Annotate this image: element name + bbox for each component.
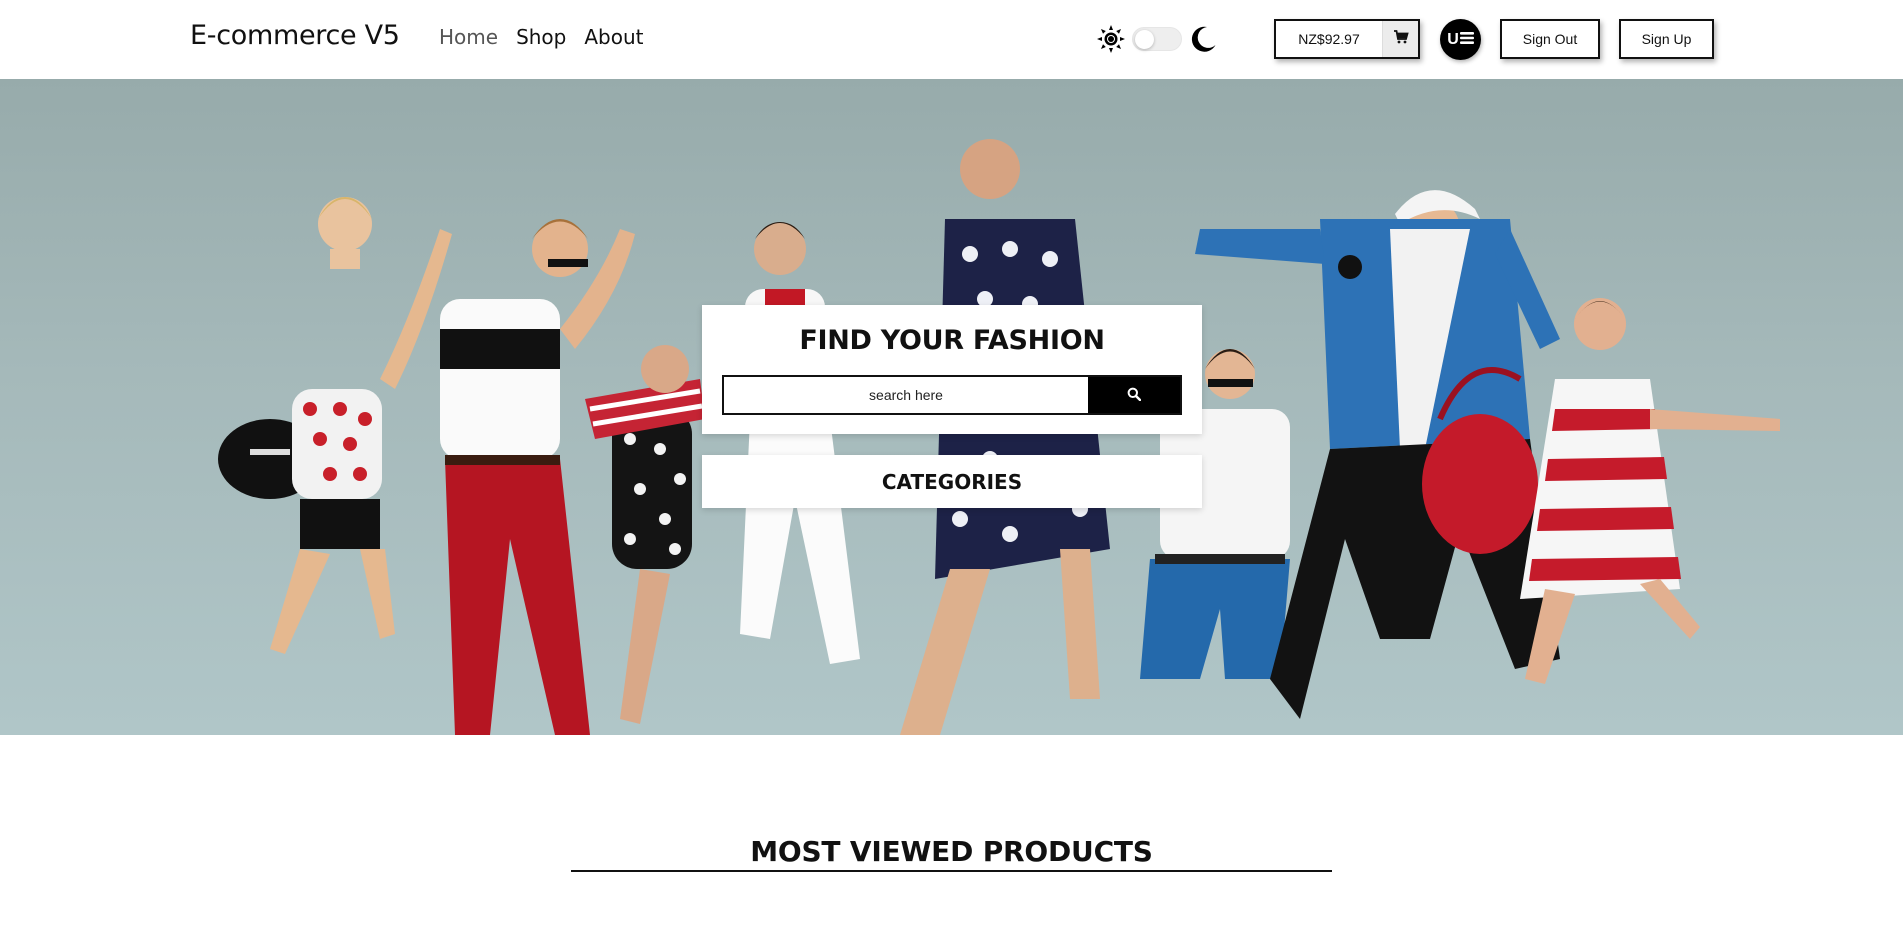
categories-button[interactable]: CATEGORIES — [702, 455, 1202, 508]
cart-icon — [1393, 29, 1409, 50]
nav-link-home[interactable]: Home — [439, 25, 498, 49]
sign-up-button[interactable]: Sign Up — [1619, 19, 1714, 59]
cart-total: NZ$92.97 — [1298, 31, 1360, 47]
user-menu-button[interactable]: U — [1440, 19, 1481, 60]
hero-banner: FIND YOUR FASHION CATEGORIES — [0, 79, 1903, 735]
search-button[interactable] — [1088, 377, 1180, 413]
theme-toggle — [1096, 24, 1218, 54]
top-navbar: E-commerce V5 Home Shop About NZ$92.97 U… — [0, 0, 1903, 79]
search-card: FIND YOUR FASHION — [702, 305, 1202, 434]
user-initial: U — [1447, 30, 1459, 48]
categories-label: CATEGORIES — [881, 469, 1023, 494]
main-nav: Home Shop About — [439, 25, 662, 49]
search-title: FIND YOUR FASHION — [799, 325, 1105, 356]
sun-icon — [1096, 24, 1126, 54]
nav-link-shop[interactable]: Shop — [516, 25, 566, 49]
cart-button[interactable]: NZ$92.97 — [1274, 19, 1420, 59]
search-input[interactable] — [724, 377, 1088, 413]
moon-icon — [1188, 24, 1218, 54]
nav-link-about[interactable]: About — [584, 25, 643, 49]
theme-switch-knob — [1135, 30, 1154, 49]
cart-icon-container — [1382, 21, 1418, 57]
brand-logo[interactable]: E-commerce V5 — [190, 20, 400, 51]
section-divider — [571, 870, 1332, 872]
search-icon — [1127, 387, 1142, 404]
sign-out-button[interactable]: Sign Out — [1500, 19, 1600, 59]
theme-switch[interactable] — [1132, 27, 1182, 51]
search-bar — [722, 375, 1182, 415]
most-viewed-title: MOST VIEWED PRODUCTS — [750, 835, 1153, 868]
hamburger-icon — [1459, 31, 1474, 49]
